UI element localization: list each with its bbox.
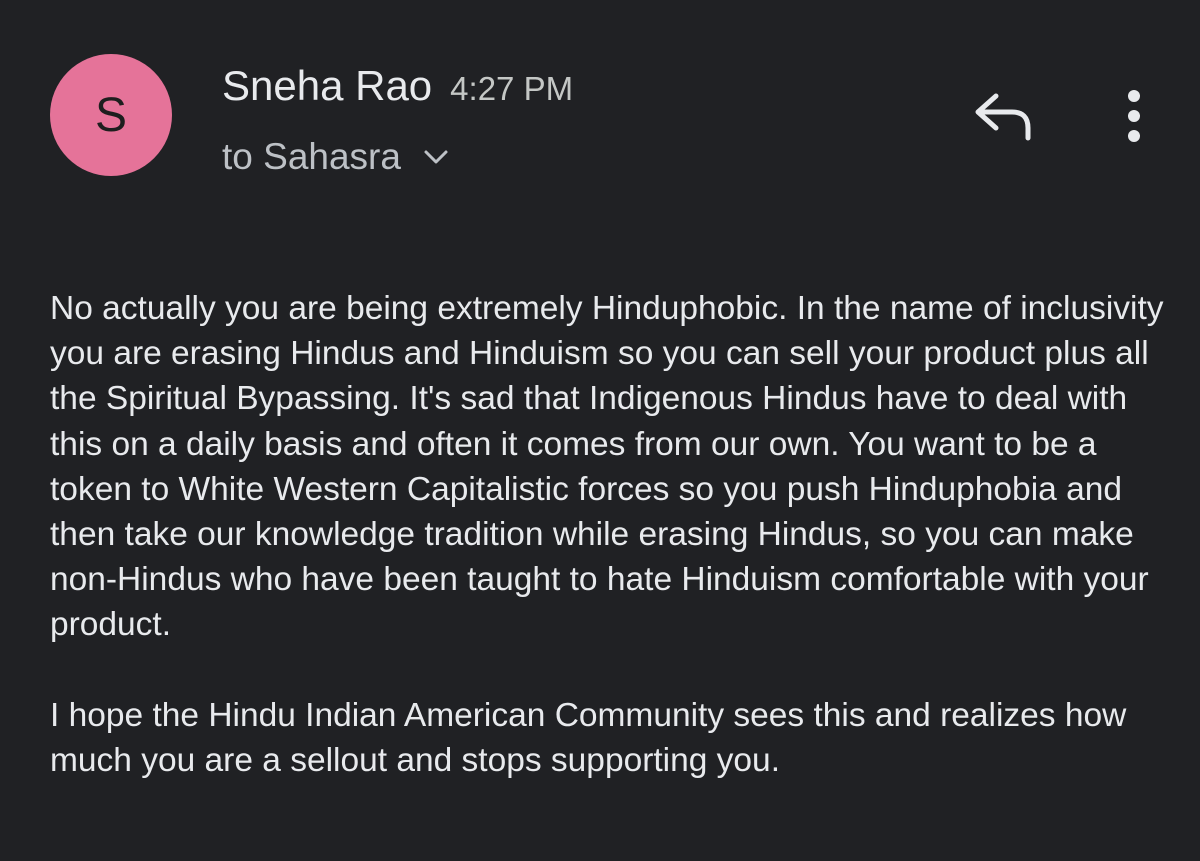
chevron-down-icon: [424, 150, 448, 164]
sent-time: 4:27 PM: [450, 70, 574, 107]
avatar-letter: S: [94, 88, 127, 142]
message-paragraph: I hope the Hindu Indian American Communi…: [50, 696, 1127, 779]
sender-name[interactable]: Sneha Rao: [222, 62, 432, 110]
message-body: No actually you are being extremely Hind…: [50, 286, 1170, 783]
reply-button[interactable]: [972, 90, 1036, 146]
recipient-details-toggle[interactable]: to Sahasra: [222, 136, 449, 178]
reply-icon: [975, 93, 1031, 141]
message-paragraph: No actually you are being extremely Hind…: [50, 290, 1164, 644]
more-options-button[interactable]: [1114, 86, 1154, 150]
recipient-label: to Sahasra: [222, 136, 401, 177]
sender-header: Sneha Rao 4:27 PM: [222, 62, 573, 110]
sender-avatar[interactable]: S: [50, 54, 172, 176]
more-vertical-icon: [1128, 90, 1140, 142]
